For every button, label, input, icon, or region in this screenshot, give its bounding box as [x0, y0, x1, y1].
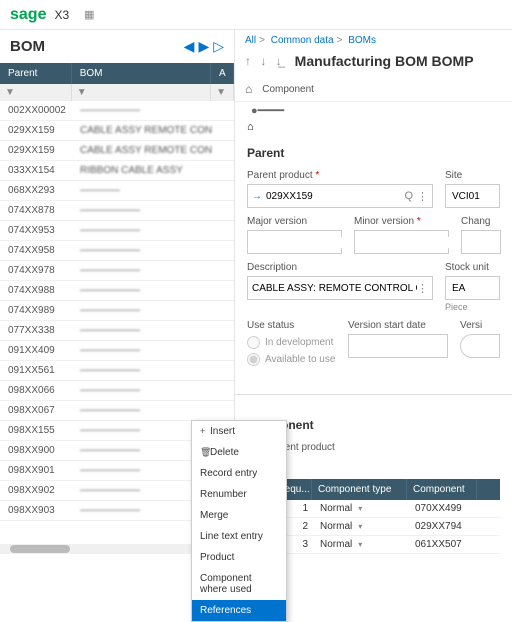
menu-references[interactable]: References	[192, 600, 286, 621]
tab-component[interactable]: Component	[262, 84, 314, 95]
menu-line-text-entry[interactable]: Line text entry	[192, 526, 286, 547]
menu-icon[interactable]: ⋮	[417, 190, 428, 203]
divider	[235, 394, 512, 395]
table-row: 074XX988——————	[0, 281, 234, 301]
h-scrollbar-thumb[interactable]	[10, 545, 70, 553]
radio-available[interactable]: Available to use	[247, 353, 336, 366]
table-row: 074XX953——————	[0, 221, 234, 241]
parent-product-field[interactable]	[266, 191, 404, 202]
table-row: 091XX561——————	[0, 361, 234, 381]
nav-play-icon[interactable]: ▷	[213, 38, 224, 55]
top-bar: sage X3 ▦	[0, 0, 512, 30]
label-site: Site	[445, 170, 500, 181]
radio-in-development[interactable]: In development	[247, 336, 336, 349]
breadcrumb-item[interactable]: All	[245, 35, 256, 46]
menu-product[interactable]: Product	[192, 547, 286, 568]
table-row: 074XX878——————	[0, 201, 234, 221]
record-nav[interactable]: ↑ ↓ ↓̲	[245, 54, 285, 68]
table-row: 098XX067——————	[0, 401, 234, 421]
description-field[interactable]: ⋮	[247, 276, 433, 300]
label-version-start: Version start date	[348, 320, 448, 331]
menu-insert[interactable]: +Insert	[192, 421, 286, 442]
context-menu: +Insert 🗑Delete Record entry Renumber Me…	[191, 420, 287, 622]
page-title: Manufacturing BOM BOMP	[295, 53, 474, 69]
label-parent-product: Parent product *	[247, 170, 433, 181]
major-version-field[interactable]: ⋮	[247, 230, 342, 254]
table-row: 074XX958——————	[0, 241, 234, 261]
col-header-parent[interactable]: Parent	[0, 63, 72, 84]
label-minor-version: Minor version *	[354, 216, 449, 227]
stock-unit-note: Piece	[445, 302, 500, 312]
change-field[interactable]	[461, 230, 501, 254]
filter-parent[interactable]: ▼	[0, 84, 72, 101]
table-row: 033XX154RIBBON CABLE ASSY	[0, 161, 234, 181]
left-panel-title: BOM	[10, 38, 45, 55]
label-use-status: Use status	[247, 320, 336, 331]
tab-bar: ⌂ Component	[235, 77, 512, 102]
label-major-version: Major version	[247, 216, 342, 227]
home-icon[interactable]: ⌂	[245, 82, 252, 96]
menu-component-where-used[interactable]: Component where used	[192, 568, 286, 600]
table-row: 068XX293————	[0, 181, 234, 201]
calendar-icon[interactable]: ▦	[84, 8, 94, 21]
timeline-dot: ●━━━━	[235, 102, 512, 119]
input-parent-product[interactable]: → Q ⋮	[247, 184, 433, 208]
label-stock-unit: Stock unit	[445, 262, 500, 273]
filter-a[interactable]: ▼	[211, 84, 234, 101]
table-row: 074XX978——————	[0, 261, 234, 281]
section-title-parent: Parent	[247, 146, 500, 160]
col-component-type[interactable]: Component type	[312, 479, 407, 500]
label-description: Description	[247, 262, 433, 273]
nav-prev-icon[interactable]: ◀	[184, 38, 195, 55]
table-row: 091XX409——————	[0, 341, 234, 361]
nav-arrow-icon[interactable]: →	[252, 191, 262, 202]
menu-delete[interactable]: 🗑Delete	[192, 442, 286, 463]
table-row: 029XX159CABLE ASSY REMOTE CONTROL CAB	[0, 121, 234, 141]
left-grid-header: Parent BOM A	[0, 63, 234, 84]
menu-renumber[interactable]: Renumber	[192, 484, 286, 505]
breadcrumb-item[interactable]: BOMs	[348, 35, 376, 46]
menu-merge[interactable]: Merge	[192, 505, 286, 526]
site-field[interactable]	[445, 184, 500, 208]
table-row: 074XX989——————	[0, 301, 234, 321]
version-field[interactable]	[460, 334, 500, 358]
label-change: Chang	[461, 216, 501, 227]
table-row: 098XX066——————	[0, 381, 234, 401]
table-row: 002XX00002——————	[0, 101, 234, 121]
version-start-field[interactable]	[348, 334, 448, 358]
stock-unit-field[interactable]	[445, 276, 500, 300]
brand-logo: sage	[10, 6, 46, 24]
filter-row: ▼ ▼ ▼	[0, 84, 234, 101]
filter-bom[interactable]: ▼	[72, 84, 211, 101]
menu-record-entry[interactable]: Record entry	[192, 463, 286, 484]
table-row: 077XX338——————	[0, 321, 234, 341]
nav-next-icon[interactable]: ▶	[198, 38, 209, 55]
col-header-a[interactable]: A	[211, 63, 234, 84]
search-icon[interactable]: Q	[404, 190, 413, 203]
product-name: X3	[54, 8, 69, 22]
parent-section: Parent Parent product * → Q ⋮ Site	[235, 133, 512, 384]
breadcrumb-item[interactable]: Common data	[271, 35, 334, 46]
col-header-bom[interactable]: BOM	[72, 63, 211, 84]
breadcrumb: All> Common data> BOMs	[235, 30, 512, 51]
col-component[interactable]: Component	[407, 479, 477, 500]
minor-version-field[interactable]: ⋮	[354, 230, 449, 254]
table-row: 029XX159CABLE ASSY REMOTE CONTROL CAB	[0, 141, 234, 161]
label-version: Versi	[460, 320, 500, 331]
section-home-icon[interactable]: ⌂	[247, 121, 254, 133]
